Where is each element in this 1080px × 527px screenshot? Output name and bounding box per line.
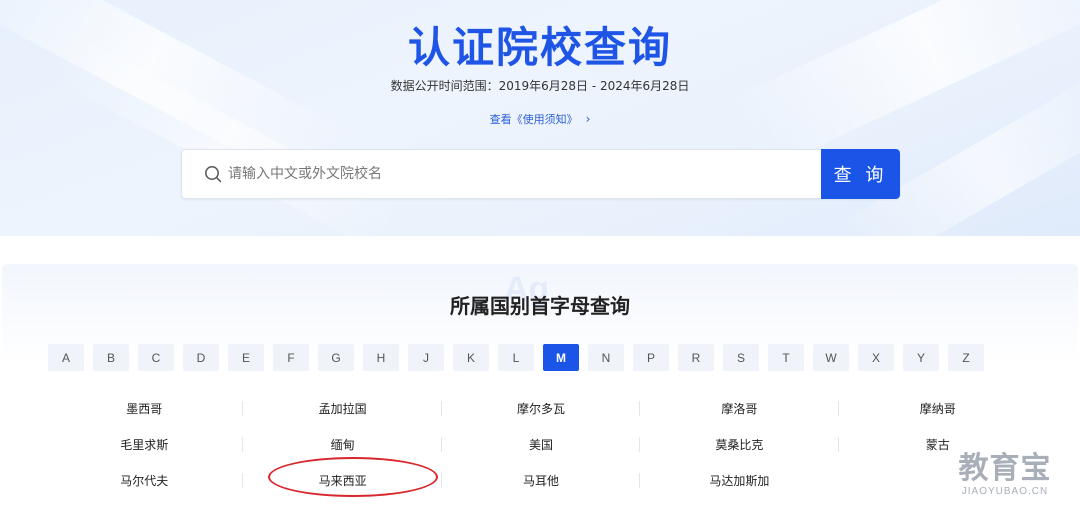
letter-filter-z[interactable]: Z [948,344,984,371]
letter-filter-k[interactable]: K [453,344,489,371]
country-item[interactable]: 摩尔多瓦 [442,400,641,417]
watermark-logo-en: JIAOYUBAO.CN [961,486,1049,497]
search-bar: 查 询 [181,149,900,199]
country-item[interactable]: 莫桑比克 [640,436,839,453]
school-search-input[interactable] [228,166,788,182]
letter-filter-p[interactable]: P [633,344,669,371]
letter-filter-b[interactable]: B [93,344,129,371]
country-item[interactable]: 孟加拉国 [243,400,443,417]
letter-filter-l[interactable]: L [498,344,534,371]
letter-filter-t[interactable]: T [768,344,804,371]
page-title: 认证院校查询 [407,23,672,72]
letter-filter-j[interactable]: J [408,344,444,371]
section-title: 所属国别首字母查询 [450,294,630,318]
letter-filter-c[interactable]: C [138,344,174,371]
letter-filter-d[interactable]: D [183,344,219,371]
alphabet-filter: ABCDEFGHJKLMNPRSTWXYZ [48,344,993,371]
usage-notice-label[interactable]: 查看《使用须知》 [490,113,578,126]
search-field-container[interactable] [181,149,821,199]
letter-filter-s[interactable]: S [723,344,759,371]
country-item[interactable]: 蒙古 [839,436,1037,453]
watermark-logo: 教育宝 JIAOYUBAO.CN [950,451,1060,498]
watermark-logo-cn: 教育宝 [958,451,1052,486]
country-list: 墨西哥 孟加拉国 摩尔多瓦 摩洛哥 摩纳哥 毛里求斯 缅甸 美国 莫桑比克 蒙古 马尔代夫 马来西亚马… [45,390,1037,498]
country-row: 马尔代夫 马来西亚 马耳他 马达加斯加 [45,462,1037,498]
letter-filter-h[interactable]: H [363,344,399,371]
country-row: 毛里求斯 缅甸 美国 莫桑比克 蒙古 [45,426,1037,462]
letter-filter-n[interactable]: N [588,344,624,371]
country-item[interactable]: 缅甸 [243,436,443,453]
country-row: 墨西哥 孟加拉国 摩尔多瓦 摩洛哥 摩纳哥 [45,390,1037,426]
chevron-right-icon: › [585,112,591,126]
country-item[interactable]: 马耳他 [442,472,641,489]
country-item[interactable]: 美国 [442,436,641,453]
letter-filter-w[interactable]: W [813,344,849,371]
letter-filter-f[interactable]: F [273,344,309,371]
country-item[interactable]: 马尔代夫 [45,472,244,489]
letter-filter-x[interactable]: X [858,344,894,371]
letter-filter-y[interactable]: Y [903,344,939,371]
letter-filter-m[interactable]: M [543,344,579,371]
country-item[interactable]: 毛里求斯 [45,436,244,453]
usage-notice-link[interactable]: 查看《使用须知》 › [0,111,1080,127]
letter-filter-e[interactable]: E [228,344,264,371]
letter-filter-g[interactable]: G [318,344,354,371]
date-range-text: 数据公开时间范围：2019年6月28日 - 2024年6月28日 [390,79,690,93]
letter-filter-r[interactable]: R [678,344,714,371]
search-button[interactable]: 查 询 [821,149,900,199]
letter-filter-a[interactable]: A [48,344,84,371]
country-item[interactable]: 摩洛哥 [640,400,839,417]
country-item[interactable]: 摩纳哥 [839,400,1037,417]
country-item[interactable]: 墨西哥 [45,400,244,417]
highlight-annotation [268,457,438,497]
country-item[interactable]: 马达加斯加 [640,472,838,489]
search-icon [205,166,222,183]
